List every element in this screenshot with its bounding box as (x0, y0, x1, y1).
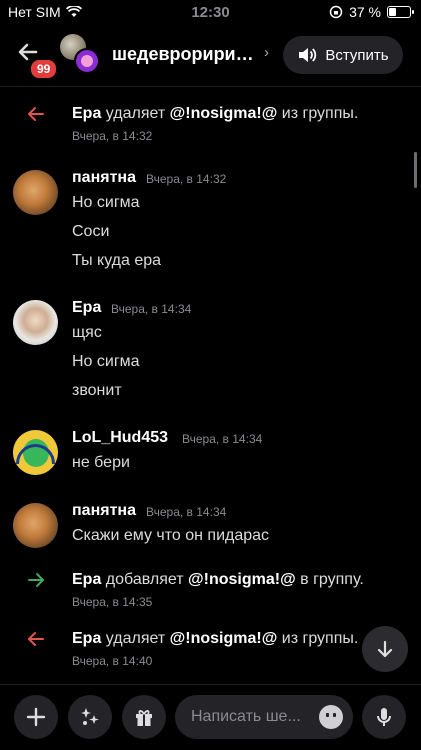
header-divider (0, 86, 421, 87)
timestamp: Вчера, в 14:32 (72, 129, 153, 143)
bot-avatar[interactable] (13, 430, 58, 475)
composer-divider (0, 684, 421, 685)
arrow-down-icon (377, 640, 393, 658)
sparkles-icon (81, 708, 99, 725)
gift-icon (136, 710, 152, 726)
message-text: звонит (72, 382, 122, 399)
actor-name[interactable]: Ера (72, 571, 101, 588)
face-avatar[interactable] (13, 300, 58, 345)
message-input[interactable]: Написать ше... (175, 695, 353, 739)
apps-button[interactable] (68, 695, 112, 739)
channel-title[interactable]: шедевроририли... (112, 44, 262, 65)
remove-arrow-icon (26, 629, 46, 653)
voice-message-button[interactable] (362, 695, 406, 739)
message-text: Соси (72, 223, 110, 240)
chevron-right-icon[interactable]: › (264, 44, 269, 61)
scrollbar[interactable] (414, 152, 417, 188)
timestamp: Вчера, в 14:34 (146, 505, 227, 519)
add-attachment-button[interactable] (14, 695, 58, 739)
battery-icon (387, 6, 414, 18)
status-bar: Нет SIM 12:30 37 % (0, 0, 421, 24)
message-text: Но сигма (72, 353, 140, 370)
message-text: Скажи ему что он пидарас (72, 527, 270, 544)
cat-avatar[interactable] (13, 170, 58, 215)
message-text: Но сигма (72, 194, 140, 211)
timestamp: Вчера, в 14:34 (182, 432, 263, 446)
add-arrow-icon (26, 570, 46, 594)
target-mention[interactable]: @!nosigma!@ (170, 630, 278, 647)
cat-avatar[interactable] (13, 503, 58, 548)
author-name[interactable]: LoL_Hud453 (72, 429, 168, 447)
target-mention[interactable]: @!nosigma!@ (188, 571, 296, 588)
author-name[interactable]: панятна (72, 502, 136, 520)
join-voice-button[interactable]: Вступить (283, 36, 403, 74)
gift-button[interactable] (122, 695, 166, 739)
emoji-icon[interactable] (319, 705, 343, 729)
system-message-text: Ера удаляет @!nosigma!@ из группы. (72, 630, 359, 647)
group-avatar-secondary (74, 48, 100, 74)
message-input-placeholder: Написать ше... (191, 708, 301, 725)
join-label: Вступить (325, 46, 389, 64)
plus-icon (26, 707, 46, 727)
scroll-to-bottom-button[interactable] (362, 626, 408, 672)
orientation-lock-icon (329, 5, 343, 19)
timestamp: Вчера, в 14:35 (72, 595, 153, 609)
timestamp: Вчера, в 14:34 (111, 302, 192, 316)
author-name[interactable]: Ера (72, 299, 101, 317)
unread-badge: 99 (29, 58, 59, 80)
message-text: Ты куда ера (72, 252, 162, 269)
actor-name[interactable]: Ера (72, 105, 101, 122)
message-text: щяс (72, 324, 102, 341)
chat-header: 99 шедевроририли... › Вступить (0, 28, 421, 84)
timestamp: Вчера, в 14:40 (72, 654, 153, 668)
actor-name[interactable]: Ера (72, 630, 101, 647)
message-text: не бери (72, 454, 130, 471)
microphone-icon (377, 708, 391, 726)
author-name[interactable]: панятна (72, 169, 136, 187)
timestamp: Вчера, в 14:32 (146, 172, 227, 186)
system-message-text: Ера добавляет @!nosigma!@ в группу. (72, 571, 364, 588)
remove-arrow-icon (26, 104, 46, 128)
speaker-icon (299, 48, 317, 62)
target-mention[interactable]: @!nosigma!@ (170, 105, 278, 122)
system-message-text: Ера удаляет @!nosigma!@ из группы. (72, 105, 359, 122)
battery-percent: 37 % (349, 4, 381, 20)
